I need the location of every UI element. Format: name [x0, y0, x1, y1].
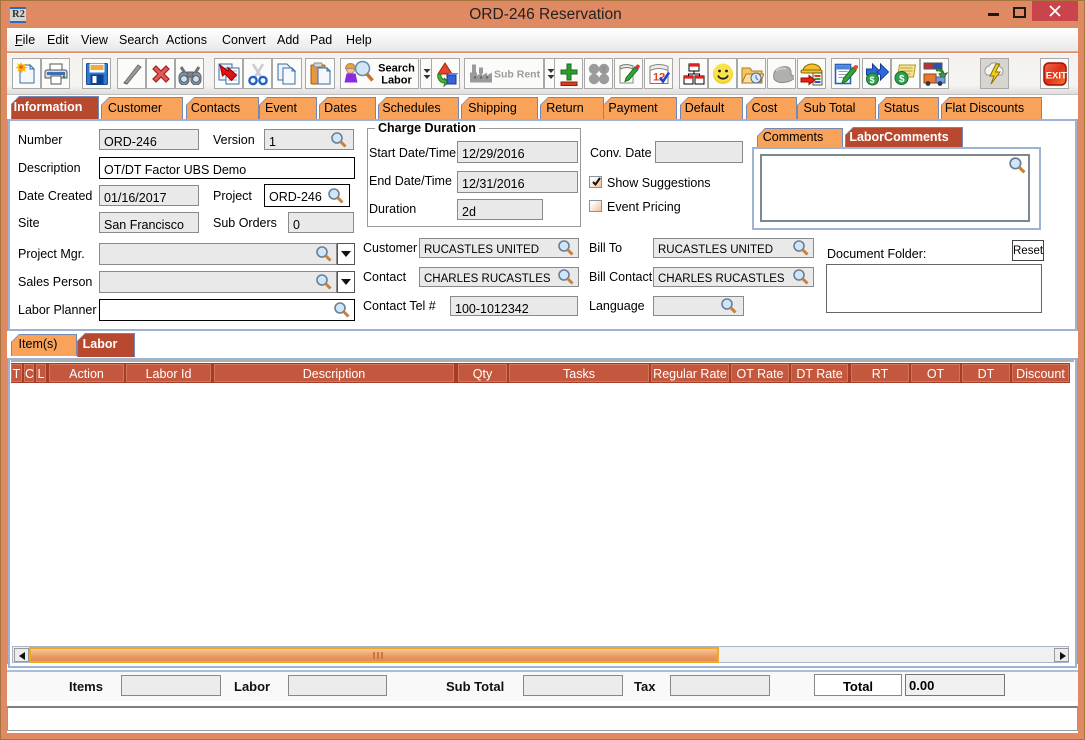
svg-text:?: ? [600, 65, 606, 75]
svg-text:Labor: Labor [381, 74, 412, 86]
svg-text:EXIT: EXIT [1045, 70, 1066, 81]
svg-text:Sub Rent: Sub Rent [494, 68, 541, 80]
svg-text:$: $ [869, 75, 874, 85]
svg-text:$: $ [899, 74, 905, 85]
svg-text:Search: Search [378, 62, 415, 74]
